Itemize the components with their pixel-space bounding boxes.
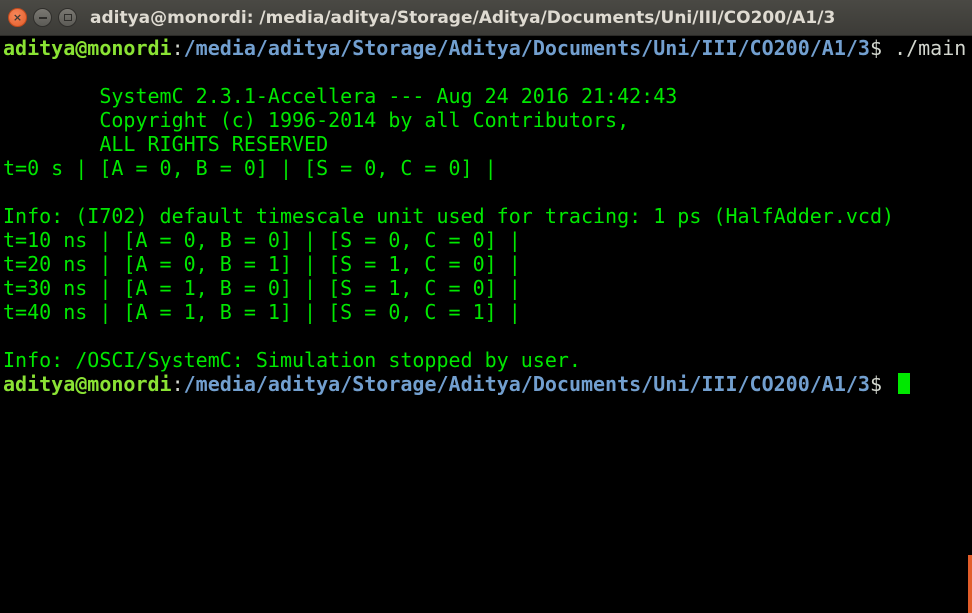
output-line: t=30 ns | [A = 1, B = 0] | [S = 1, C = 0…	[3, 276, 521, 300]
prompt-path: /media/aditya/Storage/Aditya/Documents/U…	[183, 372, 870, 396]
command-prompt-line: aditya@monordi:/media/aditya/Storage/Adi…	[3, 36, 966, 60]
terminal-output[interactable]: aditya@monordi:/media/aditya/Storage/Adi…	[0, 36, 972, 613]
prompt-user: aditya@monordi	[3, 372, 172, 396]
prompt-colon: :	[171, 372, 184, 396]
output-line: t=10 ns | [A = 0, B = 0] | [S = 0, C = 0…	[3, 228, 521, 252]
close-icon: ×	[12, 11, 23, 24]
maximize-button[interactable]	[58, 8, 77, 27]
title-bar[interactable]: × aditya@monordi: /media/aditya/Storage/…	[0, 0, 972, 36]
minimize-button[interactable]	[33, 8, 52, 27]
output-line: Info: /OSCI/SystemC: Simulation stopped …	[3, 348, 581, 372]
prompt-user: aditya@monordi	[3, 36, 172, 60]
output-line: t=20 ns | [A = 0, B = 1] | [S = 1, C = 0…	[3, 252, 521, 276]
maximize-icon	[63, 14, 72, 21]
active-prompt-line[interactable]: aditya@monordi:/media/aditya/Storage/Adi…	[3, 372, 911, 396]
minimize-icon	[38, 16, 47, 19]
prompt-colon: :	[171, 36, 184, 60]
output-line: t=40 ns | [A = 1, B = 1] | [S = 0, C = 1…	[3, 300, 521, 324]
text-cursor	[898, 373, 911, 394]
prompt-path: /media/aditya/Storage/Aditya/Documents/U…	[183, 36, 870, 60]
prompt-symbol: $	[869, 36, 895, 60]
output-line: Copyright (c) 1996-2014 by all Contribut…	[3, 108, 630, 132]
window-title: aditya@monordi: /media/aditya/Storage/Ad…	[90, 8, 836, 28]
close-button[interactable]: ×	[8, 8, 27, 27]
output-line: ALL RIGHTS RESERVED	[3, 132, 329, 156]
output-line: t=0 s | [A = 0, B = 0] | [S = 0, C = 0] …	[3, 156, 497, 180]
output-line: SystemC 2.3.1-Accellera --- Aug 24 2016 …	[3, 84, 678, 108]
prompt-symbol: $	[869, 372, 895, 396]
command-text: ./main	[894, 36, 967, 60]
scrollbar-indicator[interactable]	[968, 555, 972, 613]
output-line: Info: (I702) default timescale unit used…	[3, 204, 895, 228]
terminal-window: × aditya@monordi: /media/aditya/Storage/…	[0, 0, 972, 613]
